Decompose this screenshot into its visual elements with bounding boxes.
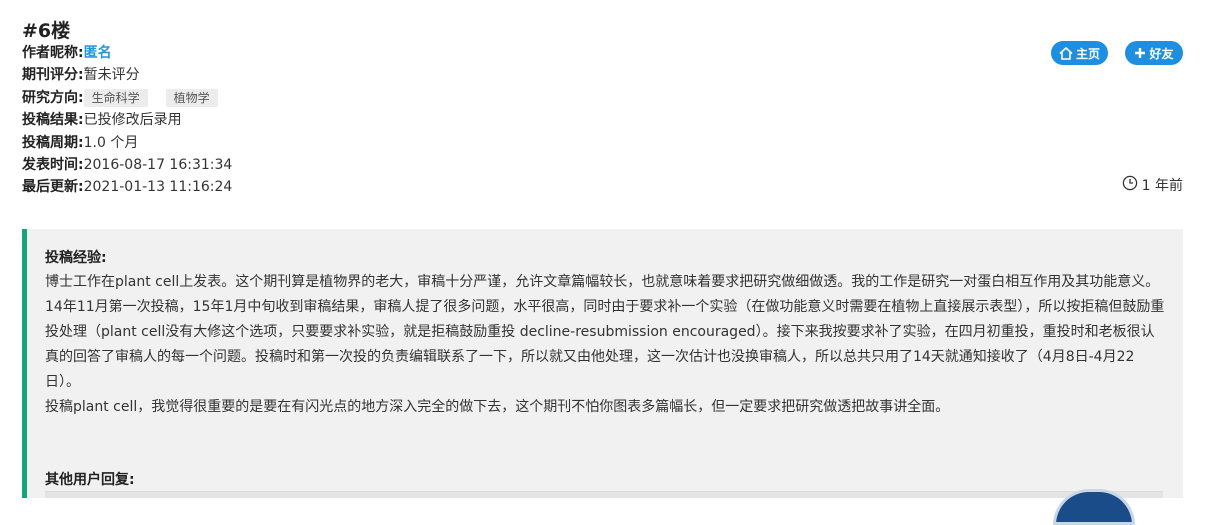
experience-paragraph: 投稿plant cell，我觉得很重要的是要在有闪光点的地方深入完全的做下去，这…: [45, 399, 950, 415]
clock-icon: [1122, 175, 1138, 195]
experience-title: 投稿经验:: [45, 250, 107, 266]
updated-value: 2021-01-13 11:16:24: [83, 179, 233, 196]
cycle-row: 投稿周期: 1.0 个月: [22, 132, 236, 154]
experience-text: 博士工作在plant cell上发表。这个期刊算是植物界的老大，审稿十分严谨，允…: [45, 270, 1167, 420]
post-card: #6楼 作者昵称: 匿名 期刊评分: 暂未评分 研究方向: 生命科学 植物学 投…: [0, 0, 1208, 525]
time-ago-text: 1 年前: [1141, 178, 1183, 194]
result-value: 已投修改后录用: [83, 112, 182, 129]
direction-row: 研究方向: 生命科学 植物学: [22, 87, 236, 109]
direction-label: 研究方向:: [22, 89, 84, 106]
home-button[interactable]: 主页: [1051, 41, 1108, 65]
published-row: 发表时间: 2016-08-17 16:31:34: [22, 154, 236, 176]
rating-label: 期刊评分:: [22, 67, 84, 84]
post-meta: 作者昵称: 匿名 期刊评分: 暂未评分 研究方向: 生命科学 植物学 投稿结果:…: [22, 42, 236, 199]
result-row: 投稿结果: 已投修改后录用: [22, 109, 236, 131]
rating-value: 暂未评分: [83, 67, 140, 84]
result-label: 投稿结果:: [22, 112, 84, 129]
rating-row: 期刊评分: 暂未评分: [22, 64, 236, 86]
updated-row: 最后更新: 2021-01-13 11:16:24: [22, 176, 236, 198]
cycle-label: 投稿周期:: [22, 134, 84, 151]
author-label: 作者昵称:: [22, 45, 84, 61]
home-icon: [1059, 46, 1073, 60]
plus-icon: [1134, 47, 1146, 59]
published-label: 发表时间:: [22, 156, 84, 173]
published-value: 2016-08-17 16:31:34: [83, 156, 233, 173]
direction-tag-life-science[interactable]: 生命科学: [83, 88, 148, 107]
add-friend-label: 好友: [1149, 46, 1174, 61]
experience-paragraph: 博士工作在plant cell上发表。这个期刊算是植物界的老大，审稿十分严谨，允…: [45, 274, 1165, 390]
experience-box: 投稿经验: 博士工作在plant cell上发表。这个期刊算是植物界的老大，审稿…: [22, 229, 1183, 498]
cycle-value: 1.0 个月: [83, 134, 139, 151]
replies-title: 其他用户回复:: [45, 472, 135, 488]
updated-label: 最后更新:: [22, 179, 84, 196]
home-button-label: 主页: [1075, 46, 1100, 61]
author-name-link[interactable]: 匿名: [84, 42, 112, 64]
direction-tag-botany[interactable]: 植物学: [165, 88, 218, 107]
author-row: 作者昵称: 匿名: [22, 42, 236, 64]
add-friend-button[interactable]: 好友: [1125, 41, 1183, 65]
time-ago: 1 年前: [1122, 175, 1183, 195]
reply-item: [45, 491, 1163, 498]
floor-number: #6楼: [22, 20, 71, 42]
